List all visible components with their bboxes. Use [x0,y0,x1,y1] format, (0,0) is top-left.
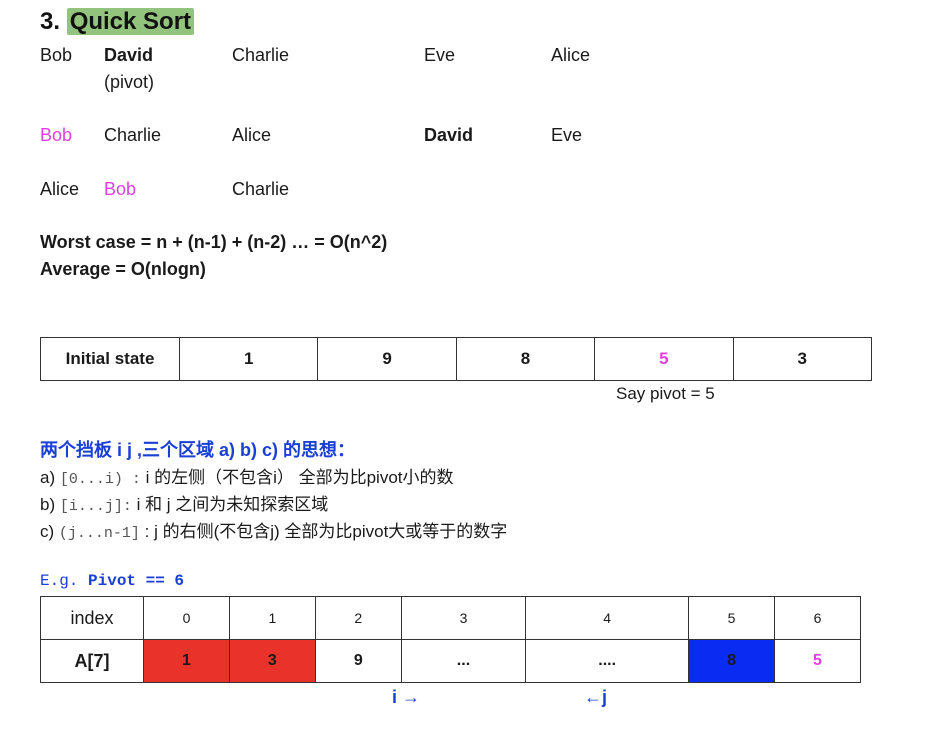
row2-item-1: Charlie [104,125,162,145]
array-cell-4: .... [525,639,690,683]
table-row: Initial state 1 9 8 5 3 [40,337,873,381]
pointer-j: ←j [584,687,608,707]
state-cell-1: 9 [317,337,457,381]
idea-c-prefix: c) [40,522,59,541]
idea-c-code: (j...n-1] [58,525,140,542]
array-table: index 0 1 2 3 4 5 6 A[7] 1 3 9 ... .... … [40,596,861,683]
row1-item-1-sub: (pivot) [104,72,155,92]
row2-item-2: Alice [232,125,272,145]
row1-item-4: Alice [551,45,591,65]
idea-b-text: i 和 j 之间为未知探索区域 [131,495,329,514]
idea-b-code: [i...j]: [59,498,132,515]
row1-item-3: Eve [424,45,456,65]
table-row: index 0 1 2 3 4 5 6 [40,596,861,640]
idea-a: a) [0...i) : i 的左侧（不包含i） 全部为比pivot小的数 [40,463,454,488]
row1-item-0: Bob [40,45,73,65]
idea-a-code: [0...i) : [59,471,141,488]
index-cell-0: 0 [143,596,230,640]
idea-c-text: : j 的右侧(不包含j) 全部为比pivot大或等于的数字 [139,522,508,541]
index-cell-4: 4 [525,596,690,640]
idea-b: b) [i...j]: i 和 j 之间为未知探索区域 [40,490,328,515]
average-case: Average = O(nlogn) [40,259,206,279]
row3-item-2: Charlie [232,179,290,199]
state-cell-3: 5 [594,337,734,381]
array-cell-6: 5 [774,639,861,683]
array-cell-3: ... [400,639,527,683]
array-label: A[7] [40,639,144,683]
index-cell-6: 6 [774,596,861,640]
worst-case: Worst case = n + (n-1) + (n-2) … = O(n^2… [40,232,388,252]
example-pivot: Pivot == 6 [88,572,185,590]
row2-item-3: David [424,125,474,145]
pointer-i: i → [392,687,421,707]
idea-b-prefix: b) [40,495,60,514]
row1-item-2: Charlie [232,45,290,65]
example-prefix: E.g. [40,572,89,590]
index-cell-5: 5 [688,596,776,640]
row3-item-1: Bob [104,179,137,199]
state-cell-0: 1 [178,337,319,381]
title-number: 3. [40,8,67,35]
index-cell-2: 2 [314,596,402,640]
index-cell-1: 1 [228,596,316,640]
row2-item-4: Eve [551,125,583,145]
table-row: A[7] 1 3 9 ... .... 8 5 [40,639,861,683]
array-cell-2: 9 [314,639,402,683]
page-title: 3. Quick Sort [40,8,195,36]
pivot-note: Say pivot = 5 [616,384,715,403]
state-cell-4: 3 [732,337,873,381]
array-cell-1: 3 [228,639,316,683]
idea-c: c) (j...n-1] : j 的右侧(不包含j) 全部为比pivot大或等于… [40,517,507,542]
row2-item-0: Bob [40,125,73,145]
state-label: Initial state [40,337,180,381]
array-cell-0: 1 [143,639,230,683]
row3-item-0: Alice [40,179,80,199]
array-cell-5: 8 [688,639,776,683]
state-cell-2: 8 [455,337,596,381]
idea-a-prefix: a) [40,468,60,487]
idea-a-text: i 的左侧（不包含i） 全部为比pivot小的数 [140,468,454,487]
title-highlight: Quick Sort [66,8,195,35]
ideas-heading: 两个挡板 i j ,三个区域 a) b) c) 的思想： [40,440,356,460]
index-cell-3: 3 [400,596,527,640]
initial-state-table: Initial state 1 9 8 5 3 [40,337,873,381]
index-label: index [40,596,144,640]
example-label: E.g. Pivot == 6 [40,572,184,590]
row1-item-1: David [104,45,154,65]
